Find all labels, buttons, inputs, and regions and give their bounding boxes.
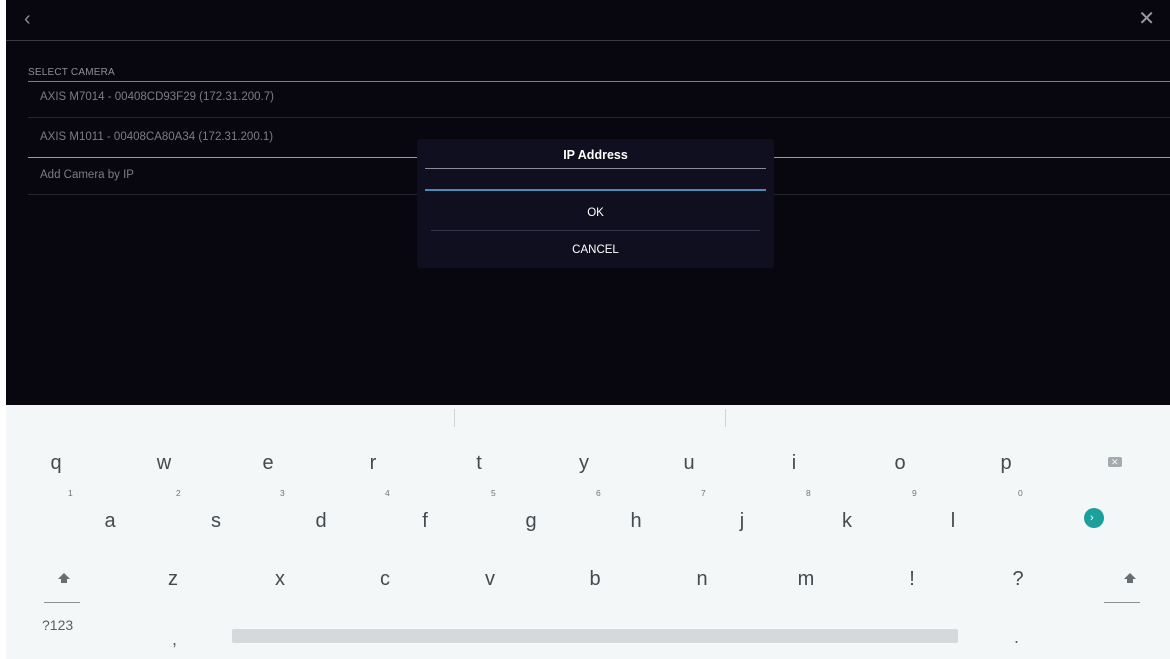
ip-address-input[interactable] [425, 172, 766, 191]
ok-button[interactable]: OK [431, 195, 760, 231]
key-a[interactable]: a [70, 498, 150, 544]
key-label: n [696, 568, 708, 590]
symbols-key[interactable]: ?123 [42, 617, 73, 633]
divider [431, 230, 760, 231]
key-g[interactable]: g [491, 498, 571, 544]
app-screen: ‹ ✕ SELECT CAMERA AXIS M7014 - 00408CD93… [6, 0, 1170, 405]
key-label: q [50, 452, 62, 474]
key-label: z [168, 568, 178, 590]
divider [28, 81, 1170, 82]
key-p[interactable]: p0 [966, 440, 1046, 498]
key-label: y [579, 452, 589, 474]
key-k[interactable]: k [807, 498, 887, 544]
key-h[interactable]: h [596, 498, 676, 544]
key-label: ? [1012, 568, 1024, 590]
camera-list-item[interactable]: AXIS M7014 - 00408CD93F29 (172.31.200.7) [40, 91, 274, 103]
key-label: e [262, 452, 274, 474]
key-label: l [950, 510, 956, 532]
divider [425, 168, 766, 169]
key-label: p [1000, 452, 1012, 474]
key-n[interactable]: n [662, 556, 742, 602]
key-u[interactable]: u7 [649, 440, 729, 498]
key-label: m [797, 568, 815, 590]
key-v[interactable]: v [450, 556, 530, 602]
divider [44, 602, 80, 603]
cancel-button[interactable]: CANCEL [431, 232, 760, 268]
comma-key[interactable]: , [172, 629, 177, 650]
key-x[interactable]: x [240, 556, 320, 602]
key-label: h [630, 510, 642, 532]
key-f[interactable]: f [385, 498, 465, 544]
ip-address-dialog: IP Address OK CANCEL [417, 139, 774, 268]
key-b[interactable]: b [555, 556, 635, 602]
key-s[interactable]: s [176, 498, 256, 544]
key-d[interactable]: d [281, 498, 361, 544]
space-key[interactable] [232, 629, 958, 643]
key-q[interactable]: q1 [16, 440, 96, 498]
key-label: d [315, 510, 327, 532]
key-j[interactable]: j [702, 498, 782, 544]
key-e[interactable]: e3 [228, 440, 308, 498]
key-hint: 0 [1018, 488, 1023, 498]
shift-left-icon[interactable] [46, 565, 86, 605]
key-label: x [275, 568, 285, 590]
divider [454, 409, 455, 427]
key-question[interactable]: ? [978, 556, 1058, 602]
key-label: o [894, 452, 906, 474]
enter-icon[interactable]: › [1084, 508, 1104, 528]
key-label: t [476, 452, 482, 474]
dialog-title: IP Address [563, 148, 628, 162]
key-label: r [369, 452, 377, 474]
key-label: a [104, 510, 116, 532]
period-key[interactable]: . [1014, 627, 1019, 648]
key-label: f [422, 510, 428, 532]
camera-list-item[interactable]: AXIS M1011 - 00408CA80A34 (172.31.200.1) [40, 131, 273, 143]
key-z[interactable]: z [133, 556, 213, 602]
key-label: c [380, 568, 390, 590]
shift-right-icon[interactable] [1112, 565, 1152, 605]
key-i[interactable]: i8 [754, 440, 834, 498]
key-label: b [589, 568, 601, 590]
divider [28, 117, 1170, 118]
key-label: k [842, 510, 852, 532]
close-icon[interactable]: ✕ [1138, 9, 1155, 29]
key-r[interactable]: r4 [333, 440, 413, 498]
key-label: u [683, 452, 695, 474]
key-w[interactable]: w2 [124, 440, 204, 498]
add-camera-by-ip-item[interactable]: Add Camera by IP [40, 169, 134, 181]
on-screen-keyboard: q1 w2 e3 r4 t5 y6 u7 i8 o9 p0 ✕ a s d f … [6, 405, 1170, 659]
key-label: v [485, 568, 495, 590]
key-label: j [739, 510, 745, 532]
key-m[interactable]: m [766, 556, 846, 602]
key-label: i [791, 452, 797, 474]
key-c[interactable]: c [345, 556, 425, 602]
divider [1104, 602, 1140, 603]
top-bar: ‹ ✕ [6, 0, 1170, 41]
key-label: ! [909, 568, 915, 590]
divider [725, 409, 726, 427]
key-label: w [156, 452, 172, 474]
key-label: s [211, 510, 221, 532]
key-y[interactable]: y6 [544, 440, 624, 498]
key-label: g [525, 510, 537, 532]
back-icon[interactable]: ‹ [24, 9, 31, 29]
section-title: SELECT CAMERA [28, 67, 115, 78]
backspace-icon[interactable]: ✕ [1108, 457, 1122, 467]
key-exclamation[interactable]: ! [872, 556, 952, 602]
key-l[interactable]: l [913, 498, 993, 544]
key-o[interactable]: o9 [860, 440, 940, 498]
key-t[interactable]: t5 [439, 440, 519, 498]
suggestion-strip [6, 405, 1170, 431]
